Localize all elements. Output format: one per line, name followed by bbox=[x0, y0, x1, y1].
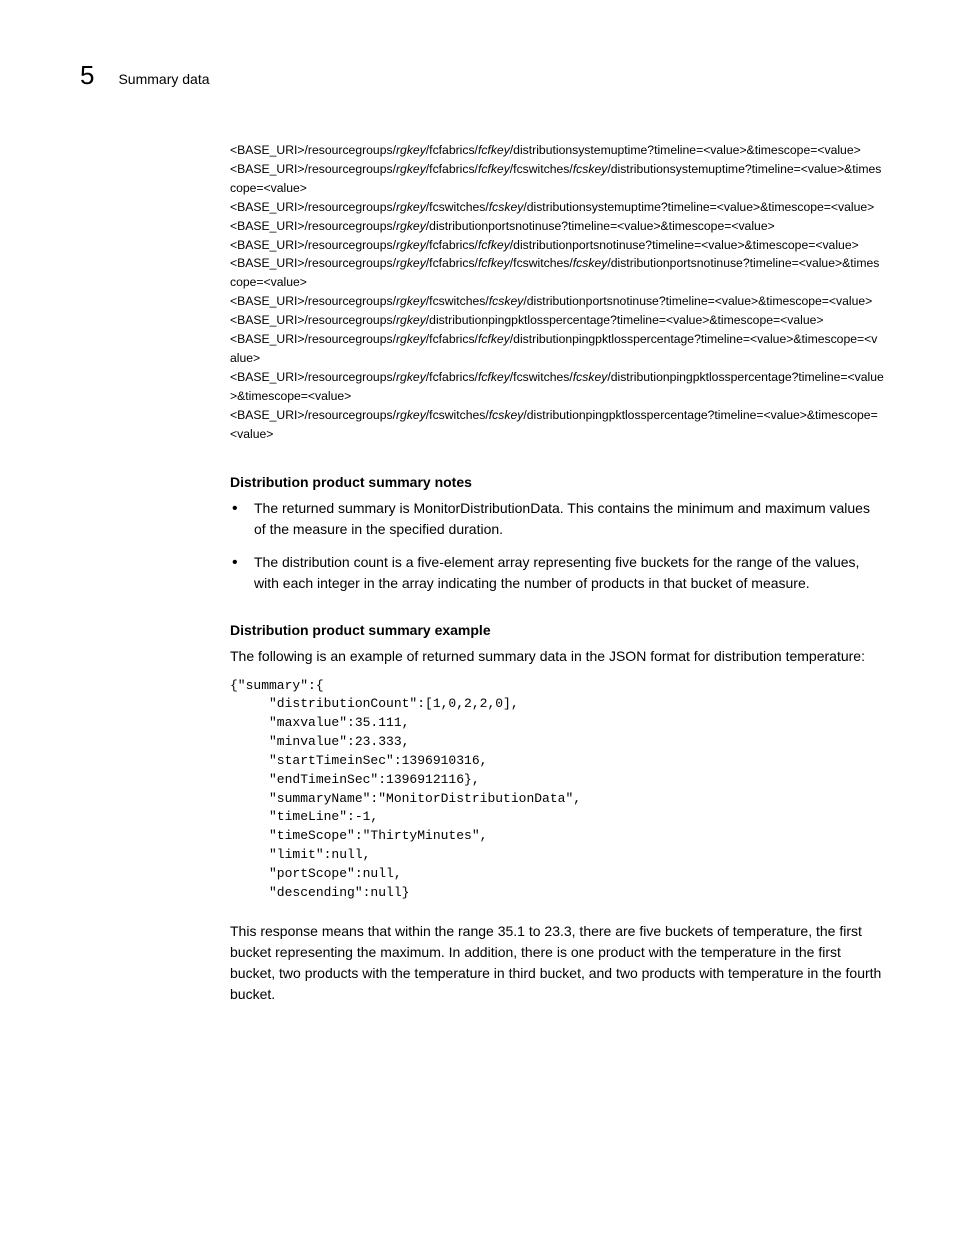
example-code-block: {"summary":{ "distributionCount":[1,0,2,… bbox=[230, 677, 884, 903]
notes-heading: Distribution product summary notes bbox=[230, 474, 884, 490]
uri-variable: fcfkey bbox=[478, 143, 510, 157]
uri-variable: fcskey bbox=[489, 408, 524, 422]
notes-list: The returned summary is MonitorDistribut… bbox=[230, 498, 884, 594]
page-header: 5 Summary data bbox=[80, 60, 884, 91]
uri-variable: fcskey bbox=[489, 294, 524, 308]
uri-variable: rgkey bbox=[396, 238, 426, 252]
uri-line: <BASE_URI>/resourcegroups/rgkey/fcswitch… bbox=[230, 292, 884, 311]
page: 5 Summary data <BASE_URI>/resourcegroups… bbox=[0, 0, 954, 1075]
uri-variable: rgkey bbox=[396, 332, 426, 346]
chapter-number: 5 bbox=[80, 60, 94, 91]
uri-line: <BASE_URI>/resourcegroups/rgkey/distribu… bbox=[230, 311, 884, 330]
uri-variable: rgkey bbox=[396, 313, 426, 327]
example-intro: The following is an example of returned … bbox=[230, 646, 884, 667]
uri-variable: fcskey bbox=[573, 256, 608, 270]
uri-list: <BASE_URI>/resourcegroups/rgkey/fcfabric… bbox=[230, 141, 884, 444]
uri-variable: fcfkey bbox=[478, 256, 510, 270]
example-explanation: This response means that within the rang… bbox=[230, 921, 884, 1005]
uri-variable: rgkey bbox=[396, 143, 426, 157]
uri-variable: fcfkey bbox=[478, 370, 510, 384]
example-heading: Distribution product summary example bbox=[230, 622, 884, 638]
uri-variable: fcfkey bbox=[478, 238, 510, 252]
uri-line: <BASE_URI>/resourcegroups/rgkey/fcfabric… bbox=[230, 160, 884, 198]
body-column: <BASE_URI>/resourcegroups/rgkey/fcfabric… bbox=[230, 141, 884, 1005]
uri-line: <BASE_URI>/resourcegroups/rgkey/fcfabric… bbox=[230, 141, 884, 160]
uri-variable: rgkey bbox=[396, 162, 426, 176]
uri-variable: rgkey bbox=[396, 200, 426, 214]
uri-variable: fcskey bbox=[573, 370, 608, 384]
uri-line: <BASE_URI>/resourcegroups/rgkey/fcfabric… bbox=[230, 368, 884, 406]
uri-variable: fcfkey bbox=[478, 162, 510, 176]
uri-line: <BASE_URI>/resourcegroups/rgkey/fcswitch… bbox=[230, 406, 884, 444]
uri-variable: rgkey bbox=[396, 294, 426, 308]
uri-line: <BASE_URI>/resourcegroups/rgkey/distribu… bbox=[230, 217, 884, 236]
uri-line: <BASE_URI>/resourcegroups/rgkey/fcfabric… bbox=[230, 254, 884, 292]
uri-variable: fcfkey bbox=[478, 332, 510, 346]
uri-line: <BASE_URI>/resourcegroups/rgkey/fcfabric… bbox=[230, 236, 884, 255]
uri-variable: rgkey bbox=[396, 219, 426, 233]
chapter-title: Summary data bbox=[118, 71, 209, 87]
notes-bullet: The distribution count is a five-element… bbox=[250, 552, 884, 594]
uri-variable: rgkey bbox=[396, 408, 426, 422]
uri-variable: fcskey bbox=[489, 200, 524, 214]
uri-variable: fcskey bbox=[573, 162, 608, 176]
notes-bullet: The returned summary is MonitorDistribut… bbox=[250, 498, 884, 540]
uri-variable: rgkey bbox=[396, 256, 426, 270]
uri-line: <BASE_URI>/resourcegroups/rgkey/fcfabric… bbox=[230, 330, 884, 368]
uri-variable: rgkey bbox=[396, 370, 426, 384]
uri-line: <BASE_URI>/resourcegroups/rgkey/fcswitch… bbox=[230, 198, 884, 217]
